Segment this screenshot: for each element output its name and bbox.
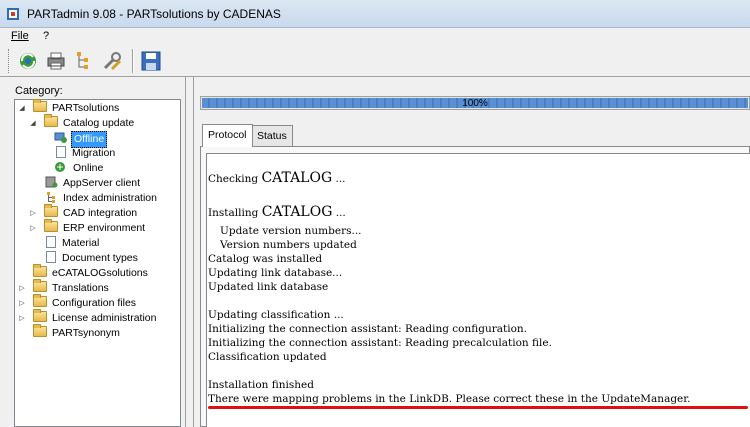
tree-item-label: PARTsolutions [52,102,120,114]
protocol-log[interactable]: Checking CATALOG ... Installing CATALOG … [206,153,750,427]
document-icon [46,251,56,263]
document-icon [56,146,66,158]
tree-item-index-administration[interactable]: Index administration [44,191,159,206]
app-icon [7,8,19,20]
category-tree[interactable]: ◢ PARTsolutions ◢ Catalog update Offline… [14,99,181,427]
log-line: Classification updated [208,351,327,363]
expand-icon[interactable]: ▷ [29,206,37,221]
log-line: Catalog was installed [208,253,323,265]
log-line: Installation finished [208,379,314,391]
tree-item-migration[interactable]: Migration [54,146,117,161]
document-icon [46,236,56,248]
tree-item-label: Index administration [63,192,157,204]
tree-item-offline[interactable]: Offline [54,131,108,148]
tree-item-ecatalogsolutions[interactable]: eCATALOGsolutions [33,264,150,281]
tree-item-partsynonym[interactable]: PARTsynonym [33,324,122,341]
settings-tree-icon[interactable] [72,49,96,73]
log-line: Installing CATALOG ... [208,204,346,220]
toolbar [0,45,750,77]
offline-icon [54,132,67,143]
save-icon[interactable] [139,49,163,73]
panel-splitter[interactable] [186,77,194,427]
log-line: Update version numbers... [220,225,362,237]
log-line: Checking CATALOG ... [208,170,346,186]
collapse-icon[interactable]: ◢ [29,116,37,131]
log-line: Version numbers updated [220,239,357,251]
tree-item-label: AppServer client [63,177,141,189]
tree-item-label: License administration [52,312,157,324]
toolbar-grip[interactable] [8,49,11,73]
tree-item-document-types[interactable]: Document types [44,251,140,266]
expand-icon[interactable]: ▷ [29,221,37,236]
folder-icon [33,294,47,307]
tree-item-translations[interactable]: Translations [33,279,111,296]
tree-item-label: Online [73,162,104,174]
warning-underline [208,406,748,409]
collapse-icon[interactable]: ◢ [18,101,26,116]
tree-item-label: CAD integration [63,207,138,219]
folder-icon [33,324,47,337]
log-line: Updating link database... [208,267,343,279]
folder-icon [33,309,47,322]
expand-icon[interactable]: ▷ [18,311,26,326]
tab-protocol[interactable]: Protocol [202,124,253,147]
tab-status[interactable]: Status [251,125,293,147]
tree-item-label: eCATALOGsolutions [52,267,148,279]
tree-item-catalog-update[interactable]: Catalog update [44,114,136,131]
log-line: Initializing the connection assistant: R… [208,337,552,349]
tree-item-label: Configuration files [52,297,137,309]
progress-percent: 100% [462,98,488,109]
refresh-icon[interactable] [16,49,40,73]
online-icon [55,162,65,172]
menu-bar: File ? [0,28,750,45]
toolbar-separator [132,49,134,73]
tree-item-erp-environment[interactable]: ERP environment [44,219,147,236]
log-line-warning: There were mapping problems in the LinkD… [208,393,691,405]
expand-icon[interactable]: ▷ [18,281,26,296]
folder-icon [44,114,58,127]
folder-icon [33,99,47,112]
window-title: PARTadmin 9.08 - PARTsolutions by CADENA… [27,7,281,21]
tree-item-label: Document types [62,252,138,264]
log-line: Initializing the connection assistant: R… [208,323,528,335]
menu-help[interactable]: ? [43,30,49,42]
tree-item-online[interactable]: Online [54,161,105,176]
tree-item-cad-integration[interactable]: CAD integration [44,204,139,221]
tree-item-label: Translations [52,282,109,294]
tree-item-appserver-client[interactable]: AppServer client [44,176,142,191]
folder-icon [33,264,47,277]
tools-icon[interactable] [100,49,124,73]
folder-icon [33,279,47,292]
folder-icon [44,204,58,217]
log-line: Updated link database [208,281,329,293]
folder-icon [44,219,58,232]
progress-bar: 100% [200,96,750,110]
printer-icon[interactable] [44,49,68,73]
tree-item-label: PARTsynonym [52,327,120,339]
tree-item-label: ERP environment [63,222,146,234]
title-bar: PARTadmin 9.08 - PARTsolutions by CADENA… [0,0,750,28]
category-label: Category: [15,85,63,97]
tree-item-license-administration[interactable]: License administration [33,309,158,326]
expand-icon[interactable]: ▷ [18,296,26,311]
tree-item-material[interactable]: Material [44,236,101,251]
menu-file[interactable]: File [11,30,29,42]
log-line: Updating classification ... [208,309,344,321]
appserver-icon [45,176,58,188]
tree-item-configuration-files[interactable]: Configuration files [33,294,138,311]
tree-item-label: Material [62,237,100,249]
tree-item-label: Catalog update [63,117,135,129]
tree-item-label: Migration [72,147,116,159]
index-icon [47,192,55,203]
